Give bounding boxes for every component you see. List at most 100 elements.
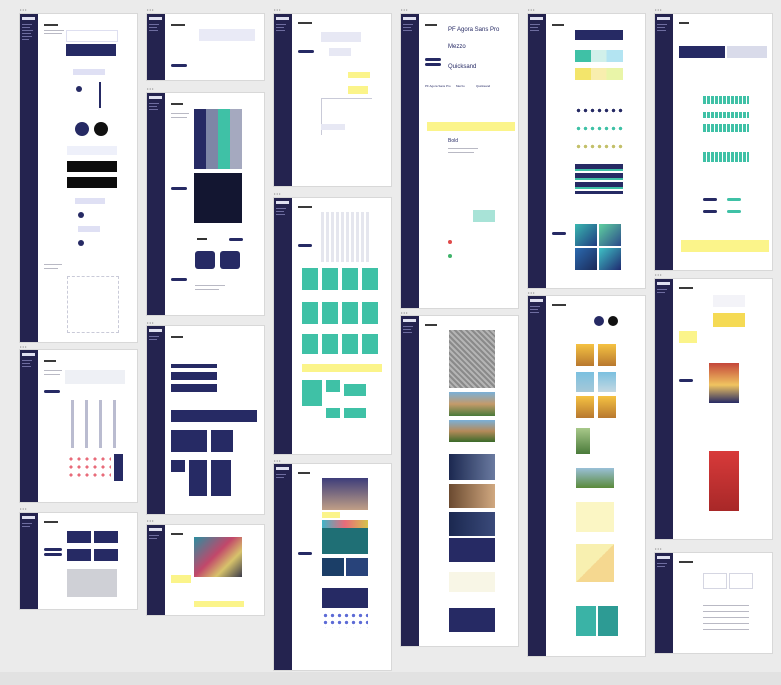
artboard-color-palette[interactable] (528, 14, 645, 288)
navy-footer-card (449, 608, 495, 632)
layout-grid-row-8 (344, 408, 366, 418)
web-bar-4 (703, 152, 749, 162)
web-bar-2 (703, 112, 749, 118)
icon-grid (67, 400, 122, 448)
swatch-dots-3 (575, 144, 623, 149)
artboard-logo-construction[interactable] (274, 14, 391, 186)
check-red (448, 240, 452, 244)
frame-title: • • • (274, 191, 281, 196)
event-banner-1 (713, 295, 745, 307)
app-icon-2 (220, 251, 240, 269)
emblem-dark (94, 122, 108, 136)
web-note (681, 240, 769, 252)
badge-black (608, 316, 618, 326)
teal-poster-1 (576, 606, 596, 636)
artboard-photography[interactable] (147, 525, 264, 615)
frame-title: • • • (655, 7, 662, 12)
post-template-3 (322, 588, 368, 608)
contact-card-1 (703, 573, 727, 589)
layout-grid-row-7 (326, 408, 340, 418)
logo-grid-1 (321, 32, 361, 42)
frame-title: • • • (147, 7, 154, 12)
flag-3 (211, 460, 231, 496)
gradient-1 (575, 224, 597, 246)
column-grid (321, 212, 369, 262)
flag-1 (171, 460, 185, 472)
logo-grid-2 (329, 48, 351, 56)
font-sample-2: Mezzo (456, 84, 465, 88)
type-callout-green (473, 210, 495, 222)
lanyard-photo (67, 569, 117, 597)
logo-small-1 (75, 198, 105, 204)
web-button-3[interactable] (703, 210, 717, 213)
web-header (679, 46, 725, 58)
artboard-patterns[interactable] (147, 93, 264, 315)
navy-banner (449, 538, 495, 562)
artboard-web-ui[interactable] (655, 14, 772, 270)
campus-photo-1 (449, 392, 495, 416)
teal-banner (322, 528, 368, 554)
grid-note (302, 364, 382, 372)
artboard-logo-lockup[interactable] (147, 14, 264, 80)
download-button[interactable] (44, 390, 60, 393)
artboard-grid-system[interactable] (274, 198, 391, 454)
gradient-2 (599, 224, 621, 246)
clearspace-diagram (67, 276, 119, 333)
swatch-dots-2 (575, 126, 623, 131)
portrait-blue-1 (576, 372, 594, 392)
logo-small-3 (78, 226, 100, 232)
app-icon-1 (195, 251, 215, 269)
artboard-typography[interactable]: PF Agora Sans Pro Mezzo Quicksand PF Ago… (401, 14, 518, 308)
logo-small-4 (78, 240, 84, 246)
web-button-4[interactable] (727, 210, 741, 213)
artboard-signage[interactable] (147, 326, 264, 514)
type-note (427, 122, 515, 131)
event-note (679, 331, 697, 343)
sidebar-logo (22, 17, 35, 20)
outdoor-photo-1 (576, 428, 590, 454)
event-poster-2 (709, 451, 739, 511)
artboard-portraits[interactable] (528, 296, 645, 656)
color-dots (67, 455, 111, 479)
business-card-3 (67, 549, 91, 561)
artboard-icons[interactable] (20, 350, 137, 502)
portrait-photo (322, 478, 368, 510)
contact-card-2 (729, 573, 753, 589)
frame-title: • • • (274, 7, 281, 12)
placeholder-grey (449, 330, 495, 388)
layout-grid-row-3 (302, 334, 380, 354)
swatch-dots-1 (575, 108, 623, 113)
artboard-logo-variants[interactable] (20, 14, 137, 342)
infographic-dots (322, 612, 368, 628)
highlight-bar (194, 601, 244, 607)
portrait-yellow-2 (598, 344, 616, 366)
logo-small-2 (78, 212, 84, 218)
artboard-event-posters[interactable] (655, 279, 772, 539)
web-button-2[interactable] (727, 198, 741, 201)
flag-2 (189, 460, 207, 496)
event-poster-1 (709, 363, 739, 403)
web-button-1[interactable] (703, 198, 717, 201)
event-banner-2 (713, 313, 745, 327)
logo-horizontal-navy (66, 44, 116, 56)
logo-on-black-2 (67, 177, 117, 188)
artboard-social-media[interactable] (274, 464, 391, 670)
swatch-primary (575, 30, 623, 40)
canvas-bottom-bar (0, 672, 781, 685)
pastel-card-2 (576, 544, 614, 582)
logo-horizontal-white (66, 30, 118, 42)
business-card-4 (94, 549, 118, 561)
artboard-stationery[interactable] (20, 513, 137, 609)
artboard-imagery[interactable] (401, 316, 518, 646)
highlight-note (171, 575, 191, 583)
post-template-1 (322, 558, 344, 576)
type-specimen: Bold (448, 138, 459, 144)
logo-lockup-horizontal (199, 29, 255, 41)
business-card-1 (67, 531, 91, 543)
person-photo-2 (449, 484, 495, 508)
font-sample-3: Quicksand (476, 84, 491, 88)
font-name-1: PF Agora Sans Pro (448, 27, 500, 33)
artboard-contacts[interactable] (655, 553, 772, 653)
layout-grid-row-1 (302, 268, 380, 290)
layout-grid-row-2 (302, 302, 380, 324)
